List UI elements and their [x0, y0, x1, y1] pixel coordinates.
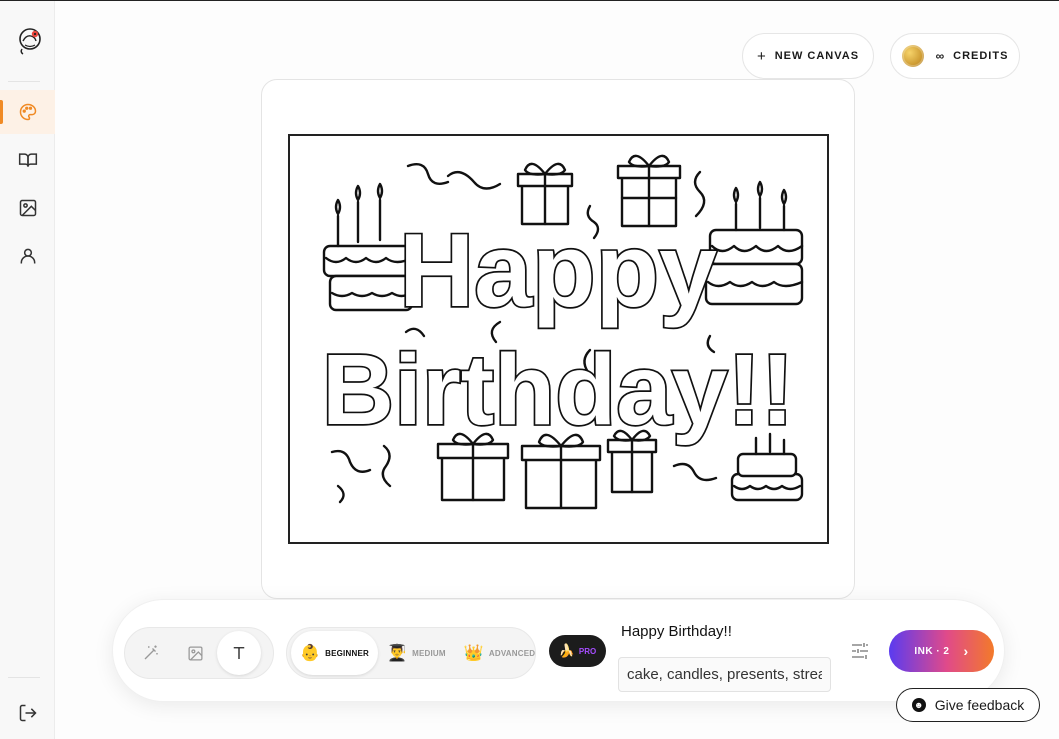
- coin-icon: [901, 45, 924, 67]
- difficulty-selector: 👶 BEGINNER 👨‍🎓 MEDIUM 👑 ADVANCED: [286, 627, 536, 679]
- text-icon: [233, 647, 245, 659]
- chevron-right-icon: ›: [963, 643, 969, 659]
- sidebar-divider: [8, 81, 40, 82]
- magic-wand-icon: [144, 645, 158, 660]
- ink-label: INK · 2: [914, 645, 950, 657]
- coloring-page-artwork: Happy Birthday!!: [320, 154, 804, 510]
- pro-label: PRO: [578, 646, 597, 656]
- baby-icon: 👶: [300, 645, 321, 662]
- level-medium-label: MEDIUM: [412, 648, 446, 658]
- cake-right-icon: [704, 180, 804, 306]
- sidebar-item-account[interactable]: [0, 234, 55, 278]
- card-title-line2: Birthday!!: [322, 334, 794, 446]
- mode-image-button[interactable]: [173, 631, 217, 675]
- chameleon-logo-icon[interactable]: [17, 25, 43, 55]
- image-icon: [19, 199, 36, 217]
- keywords-input[interactable]: [618, 657, 831, 692]
- sidebar-divider: [8, 677, 40, 678]
- plus-icon: +: [756, 47, 767, 65]
- logout-icon: [19, 704, 37, 722]
- settings-sliders-icon[interactable]: [848, 639, 872, 663]
- credits-value: ∞: [935, 49, 946, 63]
- image-icon: [187, 645, 203, 661]
- generation-toolbar: 👶 BEGINNER 👨‍🎓 MEDIUM 👑 ADVANCED 🍌 PRO I…: [112, 599, 1005, 702]
- palette-icon: [19, 103, 36, 121]
- level-advanced-label: ADVANCED: [488, 648, 536, 658]
- level-beginner-button[interactable]: 👶 BEGINNER: [291, 631, 378, 675]
- logout-button[interactable]: [0, 691, 55, 735]
- title-input[interactable]: [621, 620, 821, 642]
- book-icon: [18, 153, 37, 167]
- credits-button[interactable]: ∞ CREDITS: [890, 33, 1020, 79]
- card-title-line1: Happy: [399, 213, 717, 329]
- new-canvas-label: NEW CANVAS: [774, 50, 860, 62]
- student-icon: 👨‍🎓: [386, 645, 408, 662]
- level-advanced-button[interactable]: 👑 ADVANCED: [455, 631, 544, 675]
- level-beginner-label: BEGINNER: [325, 648, 369, 658]
- feedback-label: Give feedback: [934, 697, 1025, 713]
- new-canvas-button[interactable]: + NEW CANVAS: [742, 33, 874, 79]
- user-icon: [20, 248, 35, 264]
- mode-text-button[interactable]: [217, 631, 261, 675]
- level-medium-button[interactable]: 👨‍🎓 MEDIUM: [378, 631, 455, 675]
- give-feedback-button[interactable]: ☻ Give feedback: [896, 688, 1040, 722]
- sidebar-item-gallery[interactable]: [0, 186, 55, 230]
- coloring-page[interactable]: Happy Birthday!!: [288, 134, 829, 544]
- sidebar-item-library[interactable]: [0, 138, 55, 182]
- credits-label: CREDITS: [953, 50, 1009, 62]
- crown-icon: 👑: [463, 645, 484, 662]
- mode-selector: [124, 627, 274, 679]
- sidebar: [0, 1, 55, 739]
- ink-generate-button[interactable]: INK · 2 ›: [889, 630, 994, 672]
- mode-magic-button[interactable]: [129, 631, 173, 675]
- banana-icon: 🍌: [558, 643, 575, 658]
- pro-toggle[interactable]: 🍌 PRO: [549, 635, 606, 667]
- sidebar-item-create[interactable]: [0, 90, 55, 134]
- smiley-icon: ☻: [911, 698, 926, 712]
